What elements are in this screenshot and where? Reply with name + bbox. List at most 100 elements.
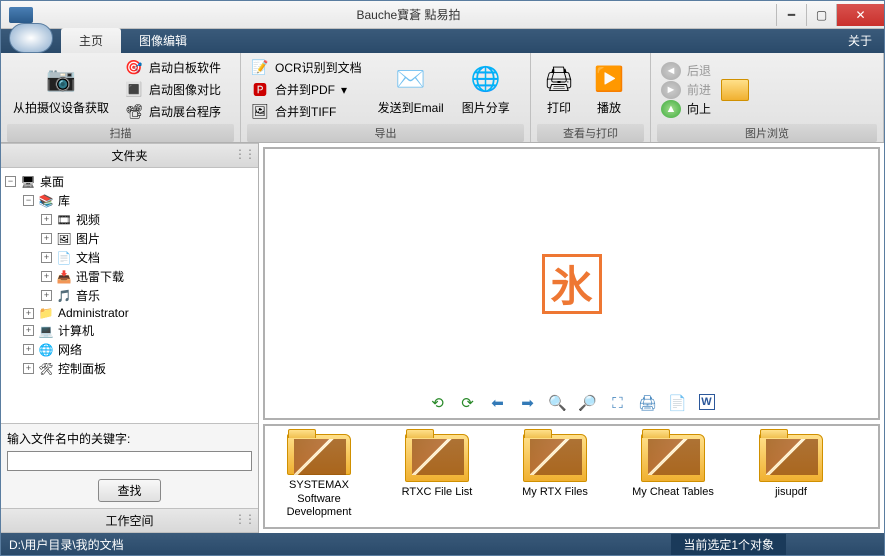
nav-up-button[interactable]: ▲ 向上 xyxy=(657,100,715,118)
tree-node[interactable]: +🛠控制面板 xyxy=(5,359,254,378)
tree-node[interactable]: + 📁 Administrator xyxy=(5,305,254,321)
tree-node[interactable]: +📥迅雷下载 xyxy=(5,267,254,286)
file-item[interactable]: iStonsoft xyxy=(859,434,880,519)
print-button[interactable]: 🖨 打印 xyxy=(537,59,581,120)
tree-toggle-icon[interactable]: − xyxy=(5,176,16,187)
tree-node[interactable]: −🖥桌面 xyxy=(5,172,254,191)
nav-forward-button[interactable]: ► 前进 xyxy=(657,81,715,99)
tree-node[interactable]: +🌐网络 xyxy=(5,340,254,359)
tree-label: 控制面板 xyxy=(58,360,106,377)
capture-button[interactable]: 📷 从拍摄仪设备获取 xyxy=(7,59,115,120)
tree-node[interactable]: + 🖼 图片 xyxy=(5,229,254,248)
arrow-right-icon: ► xyxy=(661,81,681,99)
arrow-up-icon: ▲ xyxy=(661,100,681,118)
folder-icon: 💻 xyxy=(38,324,54,338)
folder-icon: 📄 xyxy=(56,251,72,265)
file-item[interactable]: jisupdf xyxy=(741,434,841,519)
folder-icon: 🖼 xyxy=(56,232,72,246)
merge-tiff-button[interactable]: 🖼 合并到TIFF xyxy=(247,102,366,122)
tree-label: 图片 xyxy=(76,230,100,247)
status-path: D:\用户目录\我的文档 xyxy=(9,536,124,553)
app-icon[interactable] xyxy=(9,23,53,53)
folder-icon: 🌐 xyxy=(38,343,54,357)
print-tool-icon[interactable]: 🖨 xyxy=(639,394,657,412)
browse-group-label: 图片浏览 xyxy=(657,124,877,142)
tree-node[interactable]: + 💻 计算机 xyxy=(5,321,254,340)
next-icon[interactable]: ➡ xyxy=(519,394,537,412)
tree-toggle-icon[interactable]: + xyxy=(41,290,52,301)
status-selection: 当前选定1个对象 xyxy=(671,534,786,555)
file-label: My Cheat Tables xyxy=(632,486,714,499)
folder-icon xyxy=(641,434,705,482)
tab-image-edit[interactable]: 图像编辑 xyxy=(121,28,205,53)
tree-toggle-icon[interactable]: + xyxy=(23,325,34,336)
compare-button[interactable]: 🔳 启动图像对比 xyxy=(121,80,225,100)
play-button[interactable]: ▶️ 播放 xyxy=(587,59,631,120)
tree-toggle-icon[interactable]: − xyxy=(23,195,34,206)
tab-about[interactable]: 关于 xyxy=(836,28,884,53)
share-button[interactable]: 🌐 图片分享 xyxy=(456,59,516,120)
tree-toggle-icon[interactable]: + xyxy=(41,214,52,225)
tree-label: 视频 xyxy=(76,211,100,228)
folders-panel-header: 文件夹 xyxy=(1,143,258,168)
file-item[interactable]: SYSTEMAX Software Development xyxy=(269,434,369,519)
nav-back-button[interactable]: ◄ 后退 xyxy=(657,62,715,80)
file-label: jisupdf xyxy=(775,486,807,499)
document-icon[interactable]: 📄 xyxy=(669,394,687,412)
tree-node[interactable]: + 🎞 视频 xyxy=(5,210,254,229)
folder-icon: 🎞 xyxy=(56,213,72,227)
tree-toggle-icon[interactable]: + xyxy=(23,308,34,319)
camera-icon: 📷 xyxy=(45,63,77,95)
window-title: Bauche寶蒼 點易拍 xyxy=(41,6,776,23)
tree-node[interactable]: −📚库 xyxy=(5,191,254,210)
merge-pdf-button[interactable]: 🅿 合并到PDF ▾ xyxy=(247,80,366,100)
folder-icon: 🎵 xyxy=(56,289,72,303)
ocr-button[interactable]: 📝 OCR识别到文档 xyxy=(247,58,366,78)
tree-toggle-icon[interactable]: + xyxy=(23,344,34,355)
tree-toggle-icon[interactable]: + xyxy=(41,271,52,282)
close-button[interactable]: ✕ xyxy=(836,4,884,26)
ocr-icon: 📝 xyxy=(251,59,269,77)
email-button[interactable]: ✉️ 发送到Email xyxy=(372,59,450,120)
minimize-button[interactable]: ━ xyxy=(776,4,806,26)
tree-label: 计算机 xyxy=(58,322,94,339)
tree-toggle-icon[interactable]: + xyxy=(41,252,52,263)
tab-home[interactable]: 主页 xyxy=(61,28,121,53)
maximize-button[interactable]: ▢ xyxy=(806,4,836,26)
app-logo-icon xyxy=(9,7,33,23)
arrow-left-icon: ◄ xyxy=(661,62,681,80)
prev-icon[interactable]: ⬅ xyxy=(489,394,507,412)
file-browser[interactable]: SYSTEMAX Software Development RTXC File L… xyxy=(263,424,880,529)
tree-toggle-icon[interactable]: + xyxy=(23,363,34,374)
zoom-in-icon[interactable]: 🔎 xyxy=(579,394,597,412)
file-item[interactable]: My RTX Files xyxy=(505,434,605,519)
tree-node[interactable]: + 📄 文档 xyxy=(5,248,254,267)
tree-label: 文档 xyxy=(76,249,100,266)
file-label: RTXC File List xyxy=(402,486,473,499)
booth-button[interactable]: 📽 启动展台程序 xyxy=(121,102,225,122)
tree-toggle-icon[interactable]: + xyxy=(41,233,52,244)
zoom-out-icon[interactable]: 🔍 xyxy=(549,394,567,412)
rotate-right-icon[interactable]: ⟳ xyxy=(459,394,477,412)
whiteboard-icon: 🎯 xyxy=(125,59,143,77)
tree-label: 音乐 xyxy=(76,287,100,304)
folder-tree[interactable]: −🖥桌面−📚库+🎞视频+🖼图片+📄文档+📥迅雷下载+🎵音乐+📁Administr… xyxy=(1,168,258,423)
tree-node[interactable]: + 🎵 音乐 xyxy=(5,286,254,305)
file-item[interactable]: My Cheat Tables xyxy=(623,434,723,519)
find-button[interactable]: 查找 xyxy=(98,479,160,502)
folder-icon: 📁 xyxy=(38,306,54,320)
whiteboard-button[interactable]: 🎯 启动白板软件 xyxy=(121,58,225,78)
tree-label: Administrator xyxy=(58,306,129,320)
tiff-icon: 🖼 xyxy=(251,103,269,121)
pdf-icon: 🅿 xyxy=(251,81,269,99)
rotate-left-icon[interactable]: ⟲ xyxy=(429,394,447,412)
share-icon: 🌐 xyxy=(470,63,502,95)
word-icon[interactable]: W xyxy=(699,394,715,410)
search-input[interactable] xyxy=(7,451,252,471)
email-icon: ✉️ xyxy=(395,63,427,95)
fit-icon[interactable]: ⛶ xyxy=(609,394,627,412)
folder-icon: 📥 xyxy=(56,270,72,284)
open-folder-button[interactable] xyxy=(721,79,749,101)
folder-icon xyxy=(287,434,351,475)
file-item[interactable]: RTXC File List xyxy=(387,434,487,519)
